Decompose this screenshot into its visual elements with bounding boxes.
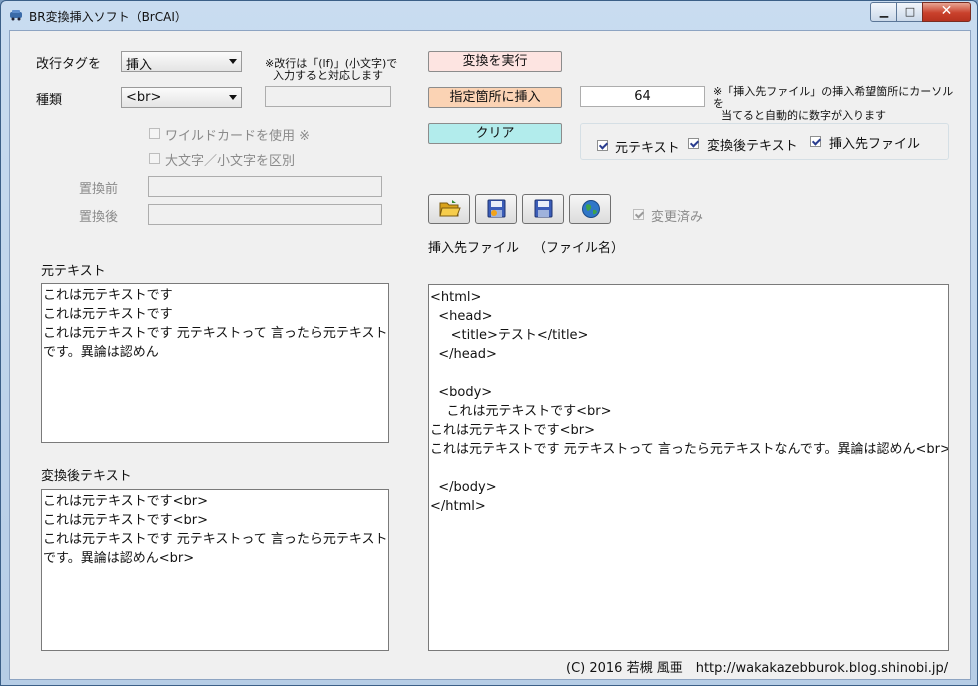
- maximize-button[interactable]: □: [896, 2, 924, 22]
- open-file-button[interactable]: [428, 194, 470, 224]
- chevron-down-icon: [229, 59, 237, 64]
- target-file-label: 挿入先ファイル: [428, 241, 520, 256]
- position-note-line: ※「挿入先ファイル」の挿入希望箇所にカーソルを: [713, 85, 954, 110]
- minimize-icon: ▁: [879, 5, 889, 18]
- clear-button[interactable]: クリア: [428, 123, 562, 144]
- code-line: これは元テキストです<br>: [430, 404, 612, 419]
- code-line: </html>: [430, 499, 486, 514]
- clear-converted-checkbox[interactable]: [688, 138, 699, 149]
- replace-before-label: 置換前: [79, 182, 119, 197]
- close-icon: ✕: [940, 3, 953, 19]
- code-line: これは元テキストです<br>: [430, 423, 595, 438]
- text-line: これは元テキストです: [43, 307, 173, 322]
- open-browser-button[interactable]: [569, 194, 611, 224]
- lf-input[interactable]: [265, 86, 391, 107]
- file-name-label: （ファイル名）: [533, 241, 625, 256]
- replace-before-input[interactable]: [148, 176, 382, 197]
- minimize-button[interactable]: ▁: [870, 2, 898, 22]
- target-file-textarea[interactable]: <html> <head> <title>テスト</title> </head>…: [428, 284, 949, 651]
- position-note-line: 当てると自動的に数字が入ります: [721, 109, 886, 122]
- insert-position-input[interactable]: 64: [580, 86, 705, 107]
- chevron-down-icon: [229, 95, 237, 100]
- converted-text-label: 変換後テキスト: [41, 469, 132, 484]
- client-area: 改行タグを 挿入 種類 <br> ※改行は「(lf)」(小文字)で 入力すると対…: [9, 30, 971, 680]
- lf-note-line: 入力すると対応します: [273, 69, 383, 82]
- position-note: ※「挿入先ファイル」の挿入希望箇所にカーソルを 当てると自動的に数字が入ります: [713, 86, 963, 122]
- save-new-icon: [487, 199, 506, 218]
- save-icon: [534, 199, 553, 218]
- code-line: </body>: [430, 480, 497, 495]
- text-line: これは元テキストです: [43, 288, 173, 303]
- text-line: です。異論は認めん: [43, 345, 159, 360]
- clear-target-checkbox[interactable]: [810, 136, 821, 147]
- copyright-footer: (C) 2016 若槻 風亜 http://wakakazebburok.blo…: [566, 661, 949, 676]
- code-line: <body>: [430, 385, 493, 400]
- clear-target-label: 挿入先ファイル: [829, 137, 921, 152]
- app-window: BR変換挿入ソフト（BrCAI） ▁ □ ✕ 改行タグを 挿入 種類 <br> …: [0, 0, 978, 686]
- insert-position-value: 64: [634, 89, 651, 104]
- maximize-icon: □: [904, 5, 916, 18]
- original-textarea[interactable]: これは元テキストです これは元テキストです これは元テキストです 元テキストって…: [41, 283, 389, 443]
- text-line: これは元テキストです<br>: [43, 494, 208, 509]
- modified-label: 変更済み: [651, 210, 704, 225]
- text-line: これは元テキストです 元テキストって 言ったら元テキストなん: [43, 326, 389, 341]
- converted-textarea[interactable]: これは元テキストです<br> これは元テキストです<br> これは元テキストです…: [41, 489, 389, 651]
- close-button[interactable]: ✕: [922, 2, 971, 22]
- app-icon: [10, 10, 22, 21]
- save-new-button[interactable]: [475, 194, 517, 224]
- clear-original-checkbox[interactable]: [597, 140, 608, 151]
- insert-at-button[interactable]: 指定箇所に挿入: [428, 87, 562, 108]
- convert-button[interactable]: 変換を実行: [428, 51, 562, 72]
- title-bar: BR変換挿入ソフト（BrCAI） ▁ □ ✕: [1, 1, 977, 29]
- save-button[interactable]: [522, 194, 564, 224]
- wildcard-label: ワイルドカードを使用 ※: [165, 129, 311, 144]
- globe-icon: [582, 200, 600, 218]
- lf-note: ※改行は「(lf)」(小文字)で 入力すると対応します: [265, 58, 415, 82]
- code-line: これは元テキストです 元テキストって 言ったら元テキストなんです。異論は認めん<…: [430, 442, 949, 457]
- replace-after-label: 置換後: [79, 210, 119, 225]
- window-title: BR変換挿入ソフト（BrCAI）: [29, 10, 187, 24]
- clear-original-label: 元テキスト: [615, 141, 680, 156]
- kind-label: 種類: [36, 93, 63, 108]
- text-line: です。異論は認めん<br>: [43, 551, 195, 566]
- code-line: <title>テスト</title>: [430, 328, 589, 343]
- code-line: <head>: [430, 309, 493, 324]
- kind-value: <br>: [126, 90, 162, 105]
- wildcard-checkbox[interactable]: [149, 128, 160, 139]
- newline-tag-label: 改行タグを: [36, 57, 102, 72]
- text-line: これは元テキストです 元テキストって 言ったら元テキストなん: [43, 532, 389, 547]
- modified-checkbox[interactable]: [633, 209, 644, 220]
- replace-after-input[interactable]: [148, 204, 382, 225]
- newline-tag-select[interactable]: 挿入: [121, 51, 242, 73]
- case-sensitive-checkbox[interactable]: [149, 153, 160, 164]
- code-line: <html>: [430, 290, 482, 305]
- clear-converted-label: 変換後テキスト: [707, 139, 798, 154]
- case-sensitive-label: 大文字／小文字を区別: [165, 154, 296, 169]
- text-line: これは元テキストです<br>: [43, 513, 208, 528]
- folder-open-icon: [439, 200, 461, 217]
- original-text-label: 元テキスト: [41, 264, 106, 279]
- code-line: </head>: [430, 347, 497, 362]
- kind-select[interactable]: <br>: [121, 87, 242, 108]
- clear-target-group: 元テキスト 変換後テキスト 挿入先ファイル: [580, 123, 949, 160]
- newline-tag-value: 挿入: [126, 58, 153, 73]
